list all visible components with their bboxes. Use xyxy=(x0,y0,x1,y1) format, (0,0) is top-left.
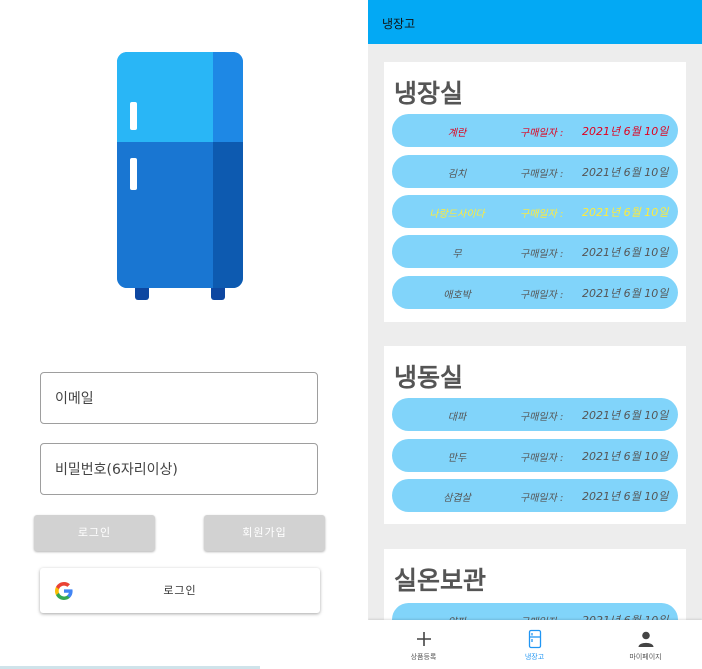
bottom-navigation: 상품등록 냉장고 마이페이지 xyxy=(368,620,702,669)
login-screen: 이메일 비밀번호(6자리이상) 로그인 회원가입 로그인 xyxy=(0,0,368,669)
section-card-freezer: 냉동실 대파 구매일자 : 2021년 6월 10일 만두 구매일자 : 202… xyxy=(384,346,686,524)
item-name: 만두 xyxy=(447,453,467,464)
password-placeholder: 비밀번호(6자리이상) xyxy=(55,462,178,478)
list-item[interactable]: 무 구매일자 : 2021년 6월 10일 xyxy=(392,235,678,268)
purchase-label: 구매일자 : xyxy=(520,493,564,504)
purchase-label: 구매일자 : xyxy=(520,290,564,301)
login-button[interactable]: 로그인 xyxy=(34,515,155,551)
nav-item-add-product[interactable]: 상품등록 xyxy=(368,620,479,669)
person-icon xyxy=(638,631,654,647)
password-field[interactable]: 비밀번호(6자리이상) xyxy=(40,443,318,495)
email-placeholder: 이메일 xyxy=(55,391,94,407)
nav-label: 마이페이지 xyxy=(629,653,662,661)
item-name: 김치 xyxy=(447,169,467,180)
item-name: 나랑드사이다 xyxy=(429,209,485,220)
purchase-date: 2021년 6월 10일 xyxy=(582,206,669,219)
purchase-label: 구매일자 : xyxy=(520,412,564,423)
list-item[interactable]: 김치 구매일자 : 2021년 6월 10일 xyxy=(392,155,678,188)
fridge-logo-icon xyxy=(117,52,243,300)
section-card-fridge: 냉장실 계란 구매일자 : 2021년 6월 10일 김치 구매일자 : 202… xyxy=(384,62,686,322)
purchase-label: 구매일자 : xyxy=(520,209,564,220)
purchase-date: 2021년 6월 10일 xyxy=(582,450,669,463)
nav-label: 냉장고 xyxy=(524,653,545,661)
item-name: 애호박 xyxy=(443,290,471,301)
item-name: 무 xyxy=(452,249,462,260)
list-item[interactable]: 삼겹살 구매일자 : 2021년 6월 10일 xyxy=(392,479,678,512)
nav-item-mypage[interactable]: 마이페이지 xyxy=(590,620,701,669)
purchase-date: 2021년 6월 10일 xyxy=(582,287,669,300)
google-login-label: 로그인 xyxy=(163,584,197,597)
list-item[interactable]: 계란 구매일자 : 2021년 6월 10일 xyxy=(392,114,678,147)
plus-icon xyxy=(417,632,431,646)
purchase-date: 2021년 6월 10일 xyxy=(582,166,669,179)
signup-button[interactable]: 회원가입 xyxy=(204,515,325,551)
section-title: 실온보관 xyxy=(394,566,487,595)
purchase-date: 2021년 6월 10일 xyxy=(582,246,669,259)
item-name: 계란 xyxy=(447,128,467,139)
purchase-label: 구매일자 : xyxy=(520,249,564,260)
purchase-label: 구매일자 : xyxy=(520,453,564,464)
purchase-date: 2021년 6월 10일 xyxy=(582,409,669,422)
section-title: 냉동실 xyxy=(394,363,464,392)
nav-item-fridge[interactable]: 냉장고 xyxy=(479,620,590,669)
google-login-button[interactable]: 로그인 xyxy=(40,568,320,613)
list-item[interactable]: 만두 구매일자 : 2021년 6월 10일 xyxy=(392,439,678,472)
purchase-label: 구매일자 : xyxy=(520,128,564,139)
email-field[interactable]: 이메일 xyxy=(40,372,318,424)
list-item[interactable]: 애호박 구매일자 : 2021년 6월 10일 xyxy=(392,276,678,309)
fridge-icon xyxy=(528,629,542,649)
list-item[interactable]: 나랑드사이다 구매일자 : 2021년 6월 10일 xyxy=(392,195,678,228)
purchase-date: 2021년 6월 10일 xyxy=(582,125,669,138)
list-item[interactable]: 대파 구매일자 : 2021년 6월 10일 xyxy=(392,398,678,431)
nav-label: 상품등록 xyxy=(410,653,437,661)
app-bar: 냉장고 xyxy=(368,0,702,44)
item-name: 삼겹살 xyxy=(443,493,471,504)
purchase-date: 2021년 6월 10일 xyxy=(582,490,669,503)
item-name: 대파 xyxy=(447,412,467,423)
section-title: 냉장실 xyxy=(394,79,464,108)
fridge-screen: 냉장고 냉장실 계란 구매일자 : 2021년 6월 10일 김치 구매일자 :… xyxy=(368,0,702,669)
purchase-label: 구매일자 : xyxy=(520,169,564,180)
app-title: 냉장고 xyxy=(382,17,416,31)
